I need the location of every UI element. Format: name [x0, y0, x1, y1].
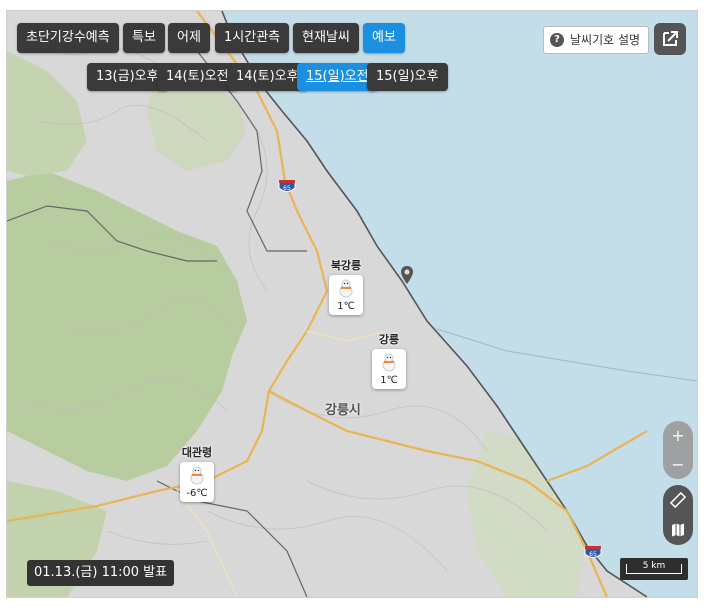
- time-label: 13(금)오후: [96, 69, 159, 84]
- highway-shield-icon: 65: [278, 179, 296, 199]
- time-15-sun-pm[interactable]: 15(일)오후: [367, 63, 448, 91]
- tab-label: 특보: [132, 30, 156, 45]
- tab-hourly-observation[interactable]: 1시간관측: [215, 23, 290, 53]
- time-13-fri-pm[interactable]: 13(금)오후: [87, 63, 168, 91]
- zoom-out-button[interactable]: −: [663, 450, 693, 479]
- tab-short-term-precip[interactable]: 초단기강수예측: [17, 23, 119, 53]
- station-name: 북강릉: [330, 259, 362, 272]
- station-gangneung[interactable]: 강릉 1℃: [369, 331, 409, 389]
- temperature: 1℃: [337, 301, 355, 312]
- map-tools: [663, 485, 693, 545]
- forecast-issued-time: 01.13.(금) 11:00 발표: [27, 560, 175, 586]
- tab-warning[interactable]: 특보: [123, 23, 165, 53]
- external-link-icon: [663, 31, 678, 46]
- time-14-sat-pm[interactable]: 14(토)오후: [227, 63, 308, 91]
- snowman-icon: [382, 353, 396, 372]
- zoom-in-button[interactable]: +: [663, 421, 693, 450]
- map-icon: [672, 523, 684, 537]
- scale-label: 5 km: [642, 561, 666, 571]
- weather-card[interactable]: 1℃: [329, 275, 363, 315]
- time-label: 15(일)오후: [376, 69, 439, 84]
- tab-label: 초단기강수예측: [26, 30, 110, 45]
- question-icon: ?: [550, 33, 564, 47]
- external-link-button[interactable]: [654, 23, 686, 55]
- svg-text:65: 65: [589, 551, 597, 558]
- weather-map[interactable]: 65 65 강릉시 북강릉 1℃ 강릉 1℃ 대관령 -6℃ 초단기강수예측 특…: [6, 10, 698, 598]
- svg-text:65: 65: [283, 185, 291, 192]
- highway-shield-icon: 65: [584, 545, 602, 565]
- tab-current-weather[interactable]: 현재날씨: [293, 23, 359, 53]
- tab-forecast[interactable]: 예보: [363, 23, 405, 53]
- zoom-control: + −: [663, 421, 693, 479]
- time-15-sun-am[interactable]: 15(일)오전: [297, 63, 378, 91]
- time-14-sat-am[interactable]: 14(토)오전: [157, 63, 238, 91]
- station-daegwallyeong[interactable]: 대관령 -6℃: [177, 444, 217, 502]
- place-label-gangneung-si: 강릉시: [325, 403, 361, 418]
- ruler-button[interactable]: [663, 485, 693, 515]
- tab-yesterday[interactable]: 어제: [168, 23, 210, 53]
- map-pin-icon[interactable]: [400, 265, 414, 289]
- weather-symbol-legend-button[interactable]: ? 날씨기호 설명: [543, 26, 650, 54]
- snowman-icon: [339, 279, 353, 298]
- time-label: 15(일)오전: [306, 69, 369, 84]
- time-label: 14(토)오후: [236, 69, 299, 84]
- tab-label: 예보: [372, 30, 396, 45]
- tab-label: 1시간관측: [224, 30, 281, 45]
- snowman-icon: [190, 466, 204, 485]
- weather-card[interactable]: 1℃: [372, 349, 406, 389]
- station-name: 대관령: [181, 446, 213, 459]
- ruler-icon: [669, 491, 687, 509]
- map-widget: 65 65 강릉시 북강릉 1℃ 강릉 1℃ 대관령 -6℃ 초단기강수예측 특…: [0, 0, 706, 608]
- legend-button-label: 날씨기호 설명: [570, 33, 641, 47]
- temperature: -6℃: [186, 488, 208, 499]
- station-bukgangneung[interactable]: 북강릉 1℃: [326, 257, 366, 315]
- temperature: 1℃: [380, 375, 398, 386]
- weather-card[interactable]: -6℃: [180, 462, 214, 502]
- station-name: 강릉: [378, 333, 400, 346]
- scale-bar: 5 km: [620, 558, 688, 580]
- tab-label: 현재날씨: [302, 30, 350, 45]
- map-type-button[interactable]: [663, 515, 693, 545]
- time-label: 14(토)오전: [166, 69, 229, 84]
- tab-label: 어제: [177, 30, 201, 45]
